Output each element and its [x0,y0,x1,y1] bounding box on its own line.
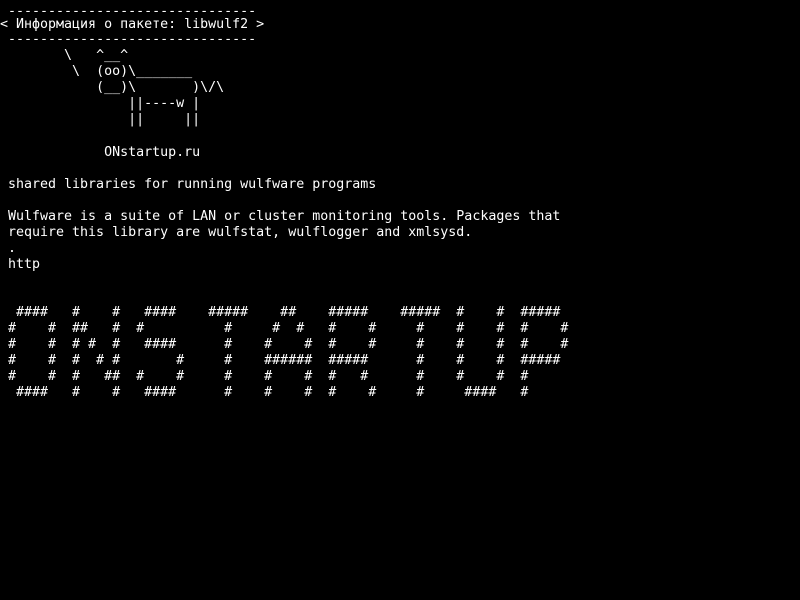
site-name: ONstartup.ru [0,145,201,160]
terminal-screen: ------------------------------- < Информ… [0,0,800,600]
banner-rule-bottom: ------------------------------- [0,32,257,47]
description-line-1: Wulfware is a suite of LAN or cluster mo… [8,209,561,224]
cow-art-line-3: (__)\ )\/\ [0,80,225,95]
big-text-line-3: # # # # # #### # # # # # # # # # # [8,337,569,352]
cow-art-line-2: \ (oo)\_______ [0,64,193,79]
big-text-line-4: # # # # # # # ###### ##### # # # ##### [8,353,561,368]
big-text-line-1: #### # # #### ##### ## ##### ##### # # #… [8,305,561,320]
package-summary: shared libraries for running wulfware pr… [8,177,377,192]
cow-art-line-4: ||----w | [0,96,201,111]
description-line-3: . [8,241,17,256]
description-line-2: require this library are wulfstat, wulfl… [8,225,473,240]
big-text-line-2: # # ## # # # # # # # # # # # # [8,321,569,336]
description-line-4: http [8,257,41,272]
cow-art-line-5: || || [0,112,201,127]
banner-title: < Информация о пакете: libwulf2 > [0,17,265,32]
big-text-line-6: #### # # #### # # # # # # #### # [8,385,529,400]
cow-art-line-1: \ ^__^ [0,48,129,63]
big-text-line-5: # # # ## # # # # # # # # # # # [8,369,529,384]
